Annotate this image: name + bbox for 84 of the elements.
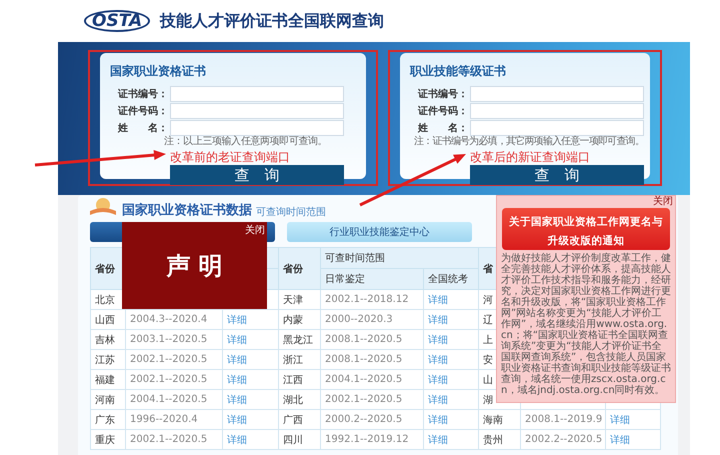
close-link[interactable]: 关闭 <box>653 196 673 208</box>
table-cell: 内蒙 <box>278 310 320 330</box>
field-label: 证件号码： <box>416 104 468 118</box>
table-cell: 吉林 <box>90 330 126 350</box>
table-cell: 2008.1--2020.5 <box>320 350 424 370</box>
detail-link[interactable]: 详细 <box>428 394 448 406</box>
table-cell: 黑龙江 <box>278 330 320 350</box>
detail-link[interactable]: 详细 <box>610 434 630 446</box>
close-link[interactable]: 关闭 <box>245 223 265 237</box>
detail-link[interactable]: 详细 <box>610 414 630 426</box>
input-field[interactable] <box>170 102 344 118</box>
popup-title: 声 明 <box>166 250 223 282</box>
header-cell: 全国统考 <box>424 268 478 290</box>
input-field[interactable] <box>470 86 644 102</box>
detail-link[interactable]: 详细 <box>227 394 247 406</box>
hint-text: 注：以上三项输入任意两项即可查询。 <box>164 136 328 148</box>
detail-link[interactable]: 详细 <box>428 414 448 426</box>
detail-link[interactable]: 详细 <box>227 374 247 386</box>
annotation-label: 改革后的新证查询端口 <box>470 150 590 164</box>
table-cell: 浙江 <box>278 350 320 370</box>
detail-link[interactable]: 详细 <box>227 434 247 446</box>
hint-text: 注：证书编号为必填，其它两项输入任意一项即可查询。 <box>414 136 646 148</box>
table-cell: 广西 <box>278 410 320 430</box>
table-cell: 2002.1--2020.5 <box>126 430 222 450</box>
panel-subtitle: 可查询时间范围 <box>256 206 326 219</box>
table-cell: 海南 <box>478 410 520 430</box>
header-cell: 可查时间范围 <box>320 248 478 268</box>
table-cell: 2000.2--2020.5 <box>320 410 424 430</box>
osta-logo: OSTA <box>84 10 150 32</box>
header-cell: 日常鉴定 <box>320 268 424 290</box>
table-cell: 江西 <box>278 370 320 390</box>
field-label: 姓 名： <box>416 122 468 134</box>
detail-link[interactable]: 详细 <box>428 354 448 366</box>
query-button[interactable]: 查 询 <box>470 165 644 185</box>
input-field[interactable] <box>470 102 644 118</box>
card-title: 职业技能等级证书 <box>410 63 507 80</box>
table-cell: 河南 <box>90 390 126 410</box>
site-title: 技能人才评价证书全国联网查询 <box>160 10 384 32</box>
query-button[interactable]: 查 询 <box>170 165 344 185</box>
table-cell: 贵州 <box>478 430 520 450</box>
table-cell: 2000--2020.3 <box>320 310 424 330</box>
table-cell: 2004.1--2020.5 <box>320 370 424 390</box>
table-cell: 2002.1--2020.5 <box>126 370 222 390</box>
table-cell: 2002.1--2020.5 <box>320 390 424 410</box>
field-label: 证书编号： <box>416 88 468 100</box>
table-cell: 四川 <box>278 430 320 450</box>
detail-link[interactable]: 详细 <box>227 354 247 366</box>
table-cell: 2003.1--2020.5 <box>126 330 222 350</box>
table-cell: 2008.1--2019.9 <box>520 410 606 430</box>
detail-link[interactable]: 详细 <box>227 314 247 326</box>
header-cell: 省份 <box>278 248 320 290</box>
table-cell: 1996--2020.4 <box>126 410 222 430</box>
field-label: 证件号码： <box>116 104 168 118</box>
table-cell: 山西 <box>90 310 126 330</box>
panel-title: 国家职业资格证书数据 <box>122 202 252 219</box>
table-cell: 2002.1--2020.5 <box>126 350 222 370</box>
input-field[interactable] <box>470 120 644 136</box>
table-cell: 湖北 <box>278 390 320 410</box>
tab[interactable]: 行业职业技能鉴定中心 <box>287 222 472 242</box>
table-cell: 广东 <box>90 410 126 430</box>
notice-title: 关于国家职业资格工作网更名与升级改版的通知 <box>509 216 663 247</box>
field-label: 姓 名： <box>116 122 168 134</box>
table-cell: 2004.1--2020.5 <box>126 390 222 410</box>
table-cell: 重庆 <box>90 430 126 450</box>
table-cell: 2004.3--2020.4 <box>126 310 222 330</box>
input-field[interactable] <box>170 86 344 102</box>
detail-link[interactable]: 详细 <box>428 314 448 326</box>
detail-link[interactable]: 详细 <box>428 294 448 306</box>
detail-link[interactable]: 详细 <box>428 374 448 386</box>
table-cell: 2008.1--2020.5 <box>320 330 424 350</box>
detail-link[interactable]: 详细 <box>428 334 448 346</box>
detail-link[interactable]: 详细 <box>428 434 448 446</box>
field-label: 证书编号： <box>116 88 168 100</box>
detail-link[interactable]: 详细 <box>227 334 247 346</box>
input-field[interactable] <box>170 120 344 136</box>
table-cell: 天津 <box>278 290 320 310</box>
table-cell: 江苏 <box>90 350 126 370</box>
detail-link[interactable]: 详细 <box>227 414 247 426</box>
table-cell: 福建 <box>90 370 126 390</box>
annotation-label: 改革前的老证查询端口 <box>170 150 290 164</box>
table-cell: 2002.2--2020.5 <box>520 430 606 450</box>
card-title: 国家职业资格证书 <box>110 63 207 80</box>
table-cell: 1992.1--2019.12 <box>320 430 424 450</box>
table-cell: 2002.1--2018.12 <box>320 290 424 310</box>
